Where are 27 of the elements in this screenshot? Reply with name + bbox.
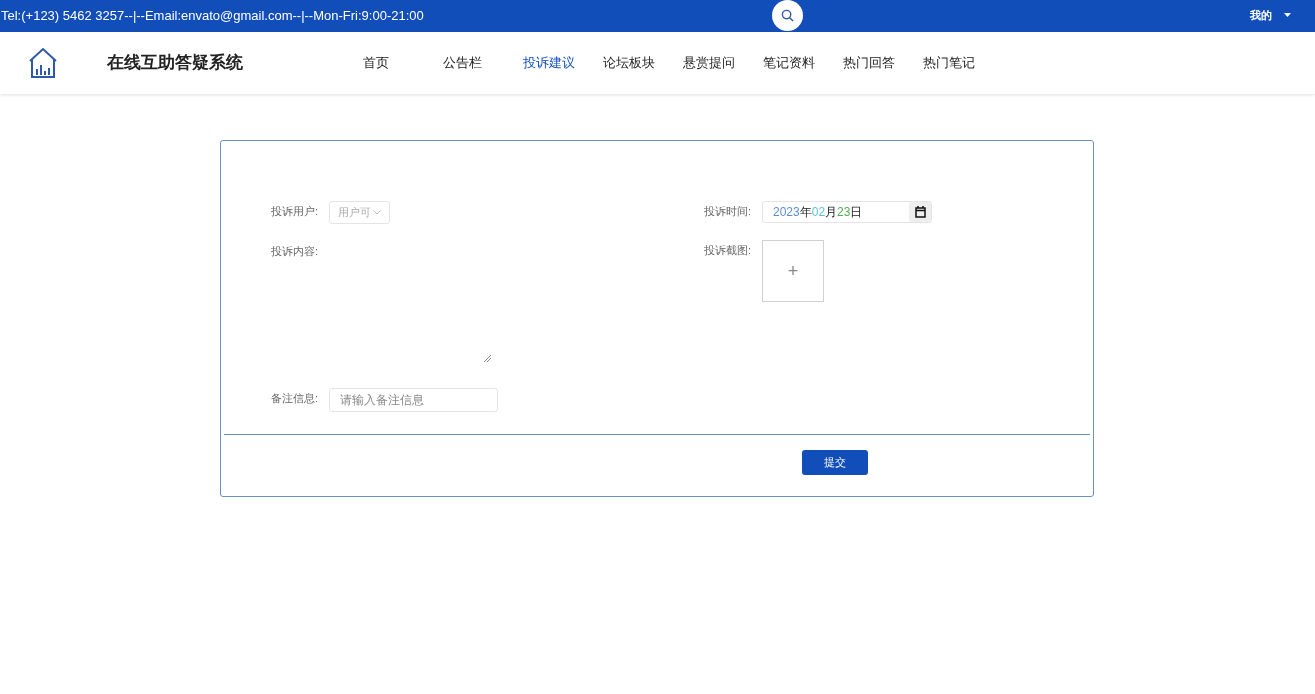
upload-button[interactable]: + — [762, 240, 824, 302]
field-label: 投诉内容: — [271, 244, 320, 259]
nav-link[interactable]: 悬赏提问 — [683, 53, 763, 73]
caret-icon — [1284, 13, 1291, 18]
date-input[interactable]: 2023年02月23日 — [762, 201, 932, 223]
user-menu[interactable]: 我的 — [1250, 7, 1291, 24]
contact-info: Tel:(+123) 5462 3257--|--Email:envato@gmail.com--|--Mon-Fri:9:00-21:00 — [1, 7, 424, 26]
house-chart-icon — [28, 47, 58, 79]
nav-link[interactable]: 热门回答 — [843, 53, 923, 73]
nav-link[interactable]: 公告栏 — [443, 53, 523, 73]
submit-button[interactable]: 提交 — [801, 450, 868, 475]
site-title: 在线互助答疑系统 — [107, 52, 243, 75]
nav-link[interactable]: 论坛板块 — [603, 53, 683, 73]
field-label: 投诉用户: — [271, 204, 320, 219]
field-label: 投诉截图: — [704, 243, 753, 258]
chevron-down-icon — [373, 210, 381, 215]
field-label: 备注信息: — [271, 391, 320, 406]
nav-link[interactable]: 热门笔记 — [923, 53, 1003, 73]
remark-input[interactable]: 请输入备注信息 — [329, 388, 498, 412]
nav-link[interactable]: 首页 — [363, 53, 443, 73]
calendar-icon — [914, 206, 926, 218]
resize-handle-icon — [484, 355, 491, 362]
search-icon — [781, 9, 794, 22]
nav-link[interactable]: 笔记资料 — [763, 53, 843, 73]
field-label: 投诉时间: — [704, 204, 753, 219]
nav-link[interactable]: 投诉建议 — [523, 53, 603, 73]
search-button[interactable] — [772, 0, 803, 31]
